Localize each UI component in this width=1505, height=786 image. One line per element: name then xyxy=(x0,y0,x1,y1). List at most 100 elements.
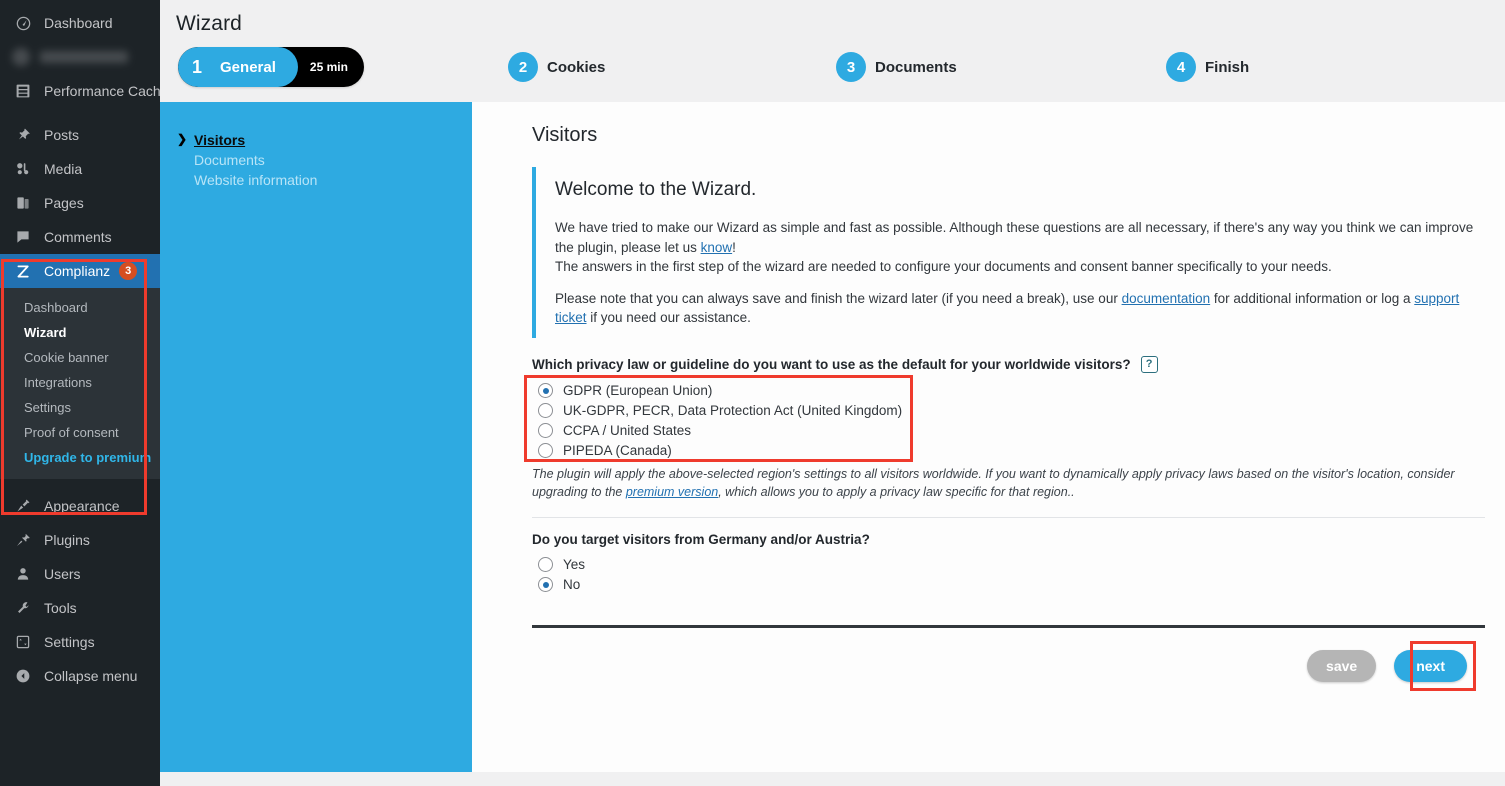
question-1-note: The plugin will apply the above-selected… xyxy=(532,465,1457,501)
radio-option-gdpr[interactable]: GDPR (European Union) xyxy=(538,381,1485,401)
radio-button[interactable] xyxy=(538,383,553,399)
sidebar-label: Tools xyxy=(44,600,77,616)
sidebar-item-collapse-menu[interactable]: Collapse menu xyxy=(0,659,160,693)
sidebar-item-tools[interactable]: Tools xyxy=(0,591,160,625)
documentation-link[interactable]: documentation xyxy=(1122,291,1211,306)
step-finish[interactable]: 4 Finish xyxy=(1166,52,1249,83)
section-title: Visitors xyxy=(532,124,598,147)
sidebar-item-performance-cache[interactable]: Performance Cache xyxy=(0,74,169,108)
next-button[interactable]: next xyxy=(1394,649,1467,682)
step-number-badge: 2 xyxy=(508,52,538,83)
sidebar-item-complianz[interactable]: Complianz 3 xyxy=(0,254,168,288)
welcome-p1-suffix: ! xyxy=(732,239,736,255)
know-link[interactable]: know xyxy=(701,240,733,255)
server-icon xyxy=(12,81,34,101)
step-label: General xyxy=(220,58,276,76)
radio-option-ccpa[interactable]: CCPA / United States xyxy=(538,421,1485,441)
radio-option-uk-gdpr[interactable]: UK-GDPR, PECR, Data Protection Act (Unit… xyxy=(538,401,1485,421)
step-label: Cookies xyxy=(547,58,606,76)
sidebar-item-comments[interactable]: Comments xyxy=(0,220,160,254)
collapse-arrow-icon xyxy=(12,666,34,686)
sidebar-item-pages[interactable]: Pages xyxy=(0,186,160,220)
radio-button[interactable] xyxy=(538,443,553,459)
radio-button[interactable] xyxy=(538,423,553,439)
wp-admin-sidebar: Dashboard Performance Cache Posts Media xyxy=(0,0,169,786)
divider xyxy=(532,516,1485,518)
save-button[interactable]: save xyxy=(1307,649,1377,682)
subnav-item-documents[interactable]: Documents xyxy=(194,150,472,170)
welcome-paragraph-1: We have tried to make our Wizard as simp… xyxy=(555,218,1485,277)
complianz-submenu: Dashboard Wizard Cookie banner Integrati… xyxy=(0,288,160,479)
sidebar-label: Pages xyxy=(44,195,84,211)
sliders-icon xyxy=(12,632,34,652)
submenu-item-proof-of-consent[interactable]: Proof of consent xyxy=(0,420,160,445)
step-general-pill[interactable]: 1 General 25 min xyxy=(178,47,364,88)
sidebar-item-settings[interactable]: Settings xyxy=(0,625,160,659)
dashboard-icon xyxy=(12,13,34,33)
page-header: Wizard 1 General 25 min 2 Cookies 3 Docu… xyxy=(160,0,1505,88)
radio-button[interactable] xyxy=(538,557,553,573)
step-general-active-part: 1 General xyxy=(178,47,298,88)
media-icon xyxy=(12,159,34,179)
welcome-p3-c: if you need our assistance. xyxy=(586,310,751,326)
radio-button[interactable] xyxy=(538,403,553,419)
sidebar-item-posts[interactable]: Posts xyxy=(0,118,160,152)
radio-option-yes[interactable]: Yes xyxy=(538,555,1485,575)
wizard-actions: save next xyxy=(532,628,1485,691)
brush-icon xyxy=(12,496,34,516)
step-cookies[interactable]: 2 Cookies xyxy=(508,52,836,83)
sidebar-label: Performance Cache xyxy=(44,83,169,99)
subnav-item-website-information[interactable]: Website information xyxy=(194,170,472,190)
welcome-notice: Welcome to the Wizard. We have tried to … xyxy=(532,167,1485,338)
sidebar-label: Complianz xyxy=(44,263,111,279)
sidebar-item-redacted[interactable] xyxy=(0,40,160,74)
welcome-p1-text: We have tried to make our Wizard as simp… xyxy=(555,220,1474,255)
sidebar-item-users[interactable]: Users xyxy=(0,557,160,591)
pin-icon xyxy=(12,125,34,145)
sidebar-item-media[interactable]: Media xyxy=(0,152,160,186)
step-general[interactable]: 1 General 25 min xyxy=(178,47,508,88)
sidebar-item-plugins[interactable]: Plugins xyxy=(0,523,160,557)
sidebar-divider xyxy=(0,108,160,118)
question-1-label-row: Which privacy law or guideline do you wa… xyxy=(532,355,1485,373)
step-documents[interactable]: 3 Documents xyxy=(836,52,1166,83)
wizard-sub-nav: Visitors Documents Website information xyxy=(160,102,472,773)
sidebar-label: Media xyxy=(44,161,83,177)
radio-label: UK-GDPR, PECR, Data Protection Act (Unit… xyxy=(563,403,903,419)
welcome-paragraph-3: Please note that you can always save and… xyxy=(555,289,1485,328)
submenu-item-wizard[interactable]: Wizard xyxy=(0,320,160,345)
main-region: Wizard 1 General 25 min 2 Cookies 3 Docu… xyxy=(160,0,1505,786)
plug-icon xyxy=(12,530,34,550)
submenu-item-cookie-banner[interactable]: Cookie banner xyxy=(0,345,160,370)
sidebar-label: Comments xyxy=(44,229,112,245)
sidebar-label: Users xyxy=(44,566,81,582)
complianz-icon xyxy=(12,261,34,281)
sidebar-label: Settings xyxy=(44,634,95,650)
welcome-paragraph-2: The answers in the first step of the wiz… xyxy=(555,259,1332,275)
step-label: Documents xyxy=(875,58,957,76)
premium-version-link[interactable]: premium version xyxy=(626,485,718,499)
subnav-item-visitors[interactable]: Visitors xyxy=(177,130,472,150)
radio-option-no[interactable]: No xyxy=(538,575,1485,595)
submenu-item-settings[interactable]: Settings xyxy=(0,395,160,420)
radio-option-pipeda[interactable]: PIPEDA (Canada) xyxy=(538,441,1485,461)
help-icon[interactable]: ? xyxy=(1140,355,1158,373)
sidebar-item-appearance[interactable]: Appearance xyxy=(0,489,160,523)
wrench-icon xyxy=(12,598,34,618)
note-text-b: , which allows you to apply a privacy la… xyxy=(718,484,1075,499)
submenu-item-dashboard[interactable]: Dashboard xyxy=(0,295,160,320)
question-2-options: Yes No xyxy=(532,553,1485,597)
wizard-screen: Dashboard Performance Cache Posts Media xyxy=(0,0,1505,786)
submenu-item-upgrade-to-premium[interactable]: Upgrade to premium xyxy=(0,445,160,470)
sidebar-item-dashboard[interactable]: Dashboard xyxy=(0,6,160,40)
submenu-item-integrations[interactable]: Integrations xyxy=(0,370,160,395)
sidebar-label: Posts xyxy=(44,127,80,143)
radio-button[interactable] xyxy=(538,577,553,593)
sidebar-label: Plugins xyxy=(44,532,90,548)
radio-label: GDPR (European Union) xyxy=(563,383,713,399)
redacted-icon xyxy=(12,48,30,66)
radio-label: Yes xyxy=(563,557,586,573)
sidebar-divider-2 xyxy=(0,479,160,489)
welcome-heading: Welcome to the Wizard. xyxy=(555,179,757,201)
wizard-body: Visitors Documents Website information V… xyxy=(160,102,1505,773)
